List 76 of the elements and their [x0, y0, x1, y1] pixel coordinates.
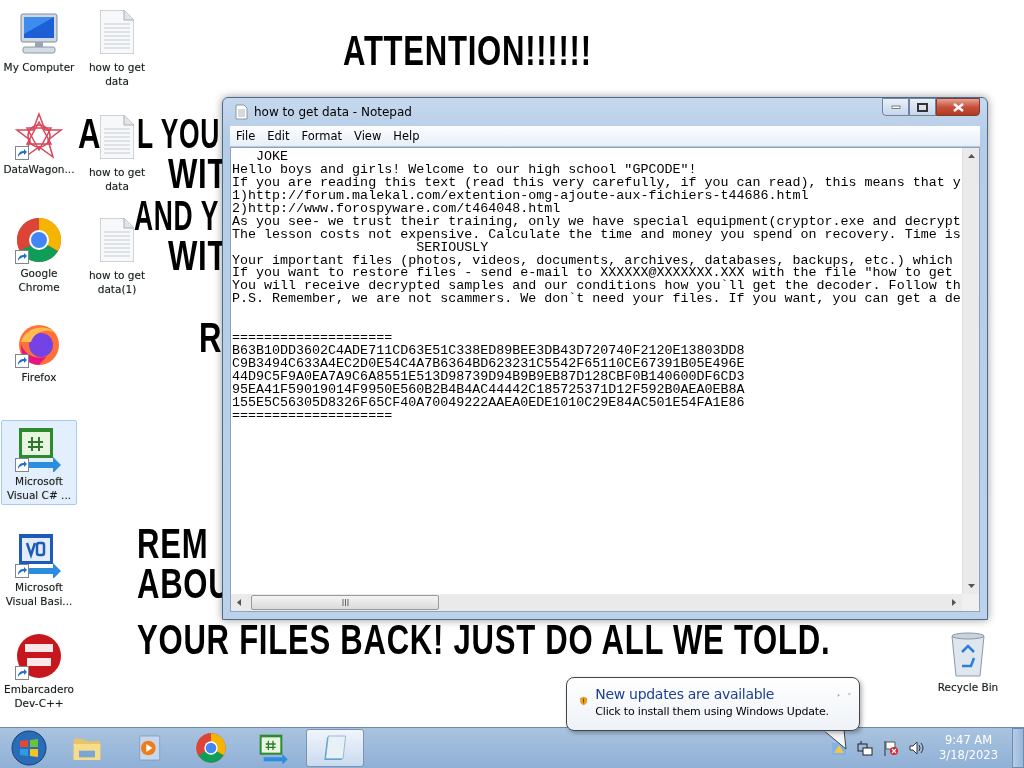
flag-error-icon[interactable] — [883, 740, 900, 756]
text-line: JOKE — [255, 151, 289, 164]
text-line: 2)http://www.forospyware.com/t464048.html — [232, 202, 561, 216]
scrollbar-thumb[interactable] — [251, 595, 439, 610]
text-line: 44D9C5F9A0EA7A9C6A8551E513D98739D94B9B9EB87D128CBF0B140600DF6CD3 — [232, 370, 745, 384]
grip-icon — [341, 599, 349, 606]
wallpaper-text: REM — [137, 528, 209, 560]
text-line: Your important files (photos, videos, documents, archives, databases, backups, etc.) which — [232, 254, 953, 268]
window-title: how to get data - Notepad — [254, 105, 413, 119]
down-arrow-icon — [967, 584, 975, 588]
wallpaper-text: L YOU — [137, 118, 221, 150]
text-line: 95EA41F59019014F9950E560B2B4B4AC44442C185725371D12F592B0AEA0EB8A — [232, 383, 745, 397]
notification-title: New updates are available — [595, 685, 776, 704]
text-line: B63B10DD3602C4ADE711CD63E51C338ED89BEE3DB43D720740F2120E13803DD8 — [232, 345, 745, 358]
text-line: 155E5C56305D8326F65CF40A70049222AAEA0EDE1010C29E84AC501E54FA1E86 — [232, 396, 745, 410]
text-line: C9B3494C633A4EC2D0E54C4A7B6364BD623231C5542F65110CE67391B05E496E — [232, 358, 745, 371]
scrollbar-corner — [962, 594, 979, 611]
icon-label[interactable]: DataWagon... — [3, 162, 75, 176]
wallpaper-text: WIT — [168, 158, 228, 190]
show-desktop-button[interactable] — [1012, 728, 1024, 768]
text-line: If you are reading this text (read this very carefully, if you can read), this means that y — [232, 176, 961, 190]
restore-icon — [917, 102, 928, 112]
chrome-icon — [195, 732, 227, 764]
star-pattern-icon — [15, 112, 63, 160]
code-window-icon — [257, 732, 289, 764]
icon-label[interactable]: Embarcadero Dev-C++ — [1, 682, 77, 710]
vertical-scrollbar[interactable] — [962, 148, 979, 594]
network-icon[interactable] — [857, 740, 874, 756]
icon-label[interactable]: how to get data(1) — [79, 268, 155, 296]
text-line: 1)http://forum.malekal.com/extention-omg-ajoute-aux-fichiers-t44686.html — [232, 189, 809, 203]
text-line: Hello boys and girls! Welcome to our high school "GPCODE"! — [232, 163, 697, 177]
text-line: SERIOUSLY — [416, 241, 489, 255]
text-line: As you see- we trust their training, only we have special equipment(cryptor.exe and decrypt — [232, 215, 961, 229]
horizontal-scrollbar[interactable] — [231, 594, 962, 611]
menu-item[interactable]: Edit — [261, 129, 296, 143]
icon-label[interactable]: Microsoft Visual Basi... — [1, 580, 77, 608]
clock-time: 9:47 AM — [944, 733, 993, 748]
wallpaper-text: WIT — [168, 240, 228, 272]
up-arrow-icon — [967, 154, 975, 158]
windows-orb-icon — [11, 730, 47, 766]
text-line: P.S. Remember, we are not scammers. We don`t need your files. If you want, you can get a de — [232, 293, 961, 307]
wallpaper-text: AND Y — [134, 200, 219, 232]
taskbar-button[interactable] — [306, 729, 364, 767]
icon-label[interactable]: Google Chrome — [1, 266, 77, 294]
wallpaper-text: YOUR FILES BACK! JUST DO ALL WE TOLD. — [137, 624, 831, 656]
wallpaper-text: A — [78, 118, 102, 150]
wallpaper-text: R — [199, 322, 223, 354]
icon-label[interactable]: Recycle Bin — [937, 680, 999, 694]
text-line: The lesson costs not expensive. Calculate the time and money you spend on recovery. Time is — [232, 228, 961, 242]
menu-item[interactable]: Help — [387, 129, 426, 143]
icon-label[interactable]: how to get data — [79, 165, 155, 193]
icon-label[interactable]: My Computer — [3, 60, 75, 74]
close-icon — [952, 102, 964, 112]
right-arrow-icon — [952, 599, 956, 606]
speaker-icon[interactable] — [909, 740, 926, 756]
icon-label[interactable]: Microsoft Visual C# ... — [1, 474, 77, 502]
left-arrow-icon — [237, 599, 241, 606]
wallpaper-text: ATTENTION!!!!!! — [343, 35, 592, 67]
chrome-icon — [15, 216, 63, 264]
icon-label[interactable]: how to get data — [79, 60, 155, 88]
menu-item[interactable]: Format — [295, 129, 349, 143]
text-file-icon — [100, 218, 134, 262]
text-file-icon — [100, 10, 134, 54]
close-button[interactable] — [936, 98, 980, 116]
clock-date: 3/18/2023 — [939, 748, 998, 763]
text-line: ==================== — [232, 332, 393, 346]
menu-item[interactable]: File — [230, 129, 262, 143]
notification-message: Click to install them using Windows Update. — [595, 704, 829, 720]
text-line: ==================== — [232, 409, 393, 423]
icon-label[interactable]: Firefox — [21, 370, 57, 384]
round-logo-icon — [15, 632, 63, 680]
maximize-button[interactable] — [909, 98, 936, 116]
minimize-icon — [890, 105, 901, 109]
text-file-icon — [100, 115, 134, 159]
menu-item[interactable]: View — [348, 129, 388, 143]
notepad-icon — [233, 104, 249, 120]
